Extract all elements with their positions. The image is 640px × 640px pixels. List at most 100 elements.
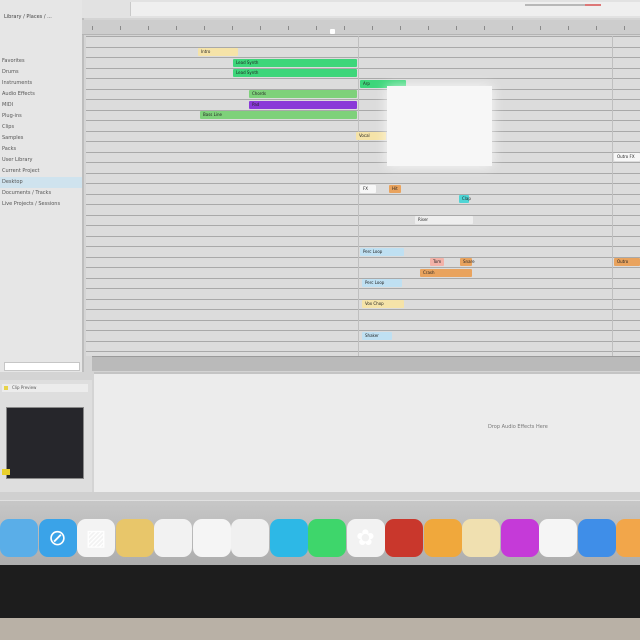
arrangement-clip[interactable]: Intro	[198, 48, 238, 56]
arrangement-clip[interactable]: Pad	[249, 100, 357, 109]
browser-item[interactable]: Instruments	[0, 78, 82, 89]
arrangement-clip[interactable]: Clap	[459, 195, 471, 203]
ruler-tick	[484, 26, 485, 30]
track-lane	[86, 36, 640, 37]
drop-hint: Drop Audio Effects Here	[488, 424, 548, 430]
browser-item[interactable]: Documents / Tracks	[0, 188, 82, 199]
section-divider	[612, 36, 613, 356]
arrangement-clip[interactable]: Hit	[389, 184, 401, 193]
track-lane	[86, 309, 640, 310]
track-lane	[86, 330, 640, 331]
arrangement-clip[interactable]: Outro	[614, 258, 640, 266]
arrangement-clip[interactable]: Riser	[415, 216, 473, 224]
pencil-icon[interactable]	[462, 519, 500, 557]
preview-icon[interactable]: ▨	[77, 519, 115, 557]
track-lane	[86, 340, 640, 342]
track-lane	[86, 141, 640, 142]
device-view[interactable]: Drop Audio Effects Here	[94, 372, 640, 494]
screen-glare	[387, 86, 492, 166]
browser-item[interactable]: MIDI	[0, 100, 82, 111]
clip-color-icon	[4, 386, 8, 390]
browser-item[interactable]: Packs	[0, 144, 82, 155]
photos-icon[interactable]: ✿	[346, 519, 385, 557]
document-icon[interactable]	[231, 519, 269, 557]
browser-header: Library / Places / ...	[4, 14, 52, 20]
arrangement-clip[interactable]: Bass Line	[200, 111, 357, 119]
chat-bubble-icon[interactable]	[269, 519, 308, 557]
ruler-tick	[232, 26, 233, 30]
arrangement-clip[interactable]: Lead Synth	[233, 69, 357, 77]
arrangement-clip[interactable]: Chords	[249, 90, 357, 98]
clip-label: Vocal	[359, 133, 370, 138]
arrangement-clip[interactable]: Lead Synth	[233, 58, 357, 67]
arrangement-clip[interactable]: Vox Chop	[362, 300, 404, 308]
cpu-meter	[585, 4, 601, 6]
browser-item[interactable]: User Library	[0, 155, 82, 166]
arrangement-clip[interactable]: Snare	[460, 258, 475, 266]
track-lane	[86, 46, 640, 48]
top-bar	[82, 0, 640, 18]
track-lane	[86, 235, 640, 237]
clip-label: Outro	[617, 259, 629, 264]
arrangement-clip[interactable]: Outro FX	[614, 153, 640, 161]
track-lane	[86, 109, 640, 111]
track-lane	[86, 78, 640, 79]
podium-icon[interactable]	[577, 519, 616, 557]
notes-icon[interactable]	[192, 519, 231, 557]
arrangement-clip[interactable]: FX	[360, 184, 376, 193]
clip-marker	[2, 469, 10, 475]
track-lane	[86, 151, 640, 153]
calendar-icon[interactable]	[154, 519, 192, 557]
compass-icon[interactable]: ⊘	[38, 519, 77, 557]
pen-icon[interactable]	[616, 519, 640, 557]
clip-label: Intro	[201, 49, 211, 54]
photo-booth-icon[interactable]	[385, 519, 423, 557]
loop-marker[interactable]	[330, 29, 335, 34]
browser-item[interactable]: Favorites	[0, 56, 82, 67]
browser-item[interactable]: Audio Effects	[0, 89, 82, 100]
track-lane	[86, 225, 640, 226]
clip-label: Bass Line	[203, 112, 222, 117]
ruler-tick	[512, 26, 513, 30]
track-lane	[86, 57, 640, 58]
timeline-ruler[interactable]	[82, 20, 640, 35]
ruler-tick	[148, 26, 149, 30]
arrangement-clip[interactable]: Crash	[420, 268, 472, 277]
clip-label: Perc Loop	[363, 248, 383, 254]
arrangement-clip[interactable]: Perc Loop	[362, 279, 402, 287]
arrangement-clip[interactable]: Vocal	[356, 132, 386, 140]
arrangement-scrollbar[interactable]	[92, 356, 640, 371]
browser-item[interactable]: Live Projects / Sessions	[0, 199, 82, 210]
music-note-icon[interactable]	[500, 519, 539, 557]
clip-preview[interactable]	[6, 407, 84, 479]
browser-item[interactable]: Samples	[0, 133, 82, 144]
video-icon[interactable]	[308, 519, 346, 557]
folder-icon[interactable]	[115, 519, 154, 557]
browser-item[interactable]: Clips	[0, 122, 82, 133]
browser-item[interactable]: Drums	[0, 67, 82, 78]
ruler-tick	[316, 26, 317, 30]
track-lane	[86, 256, 640, 258]
arrangement-clip[interactable]: Shaker	[362, 331, 392, 340]
browser-item[interactable]: Plug-ins	[0, 111, 82, 122]
screen: Library / Places / ... Favorites Drums Ins…	[0, 0, 640, 545]
clip-label: Hit	[392, 185, 398, 191]
guitar-icon[interactable]	[423, 519, 462, 557]
ruler-tick	[540, 26, 541, 30]
section-divider	[358, 36, 359, 356]
browser-search-input[interactable]	[4, 362, 80, 371]
status-bar	[0, 492, 640, 500]
ruler-tick	[372, 26, 373, 30]
browser-item[interactable]: Desktop	[0, 177, 82, 188]
arrangement-clip[interactable]: Perc Loop	[360, 247, 404, 256]
clip-label: Vox Chop	[365, 301, 384, 306]
clip-label: Chords	[252, 91, 266, 96]
ruler-tick	[624, 26, 625, 30]
clip-label: Outro FX	[617, 154, 635, 159]
arrangement-clip[interactable]: Tom	[430, 258, 444, 266]
ruler-tick	[400, 26, 401, 30]
clock-icon[interactable]	[539, 519, 577, 557]
browser-item[interactable]: Current Project	[0, 166, 82, 177]
finder-icon[interactable]	[0, 519, 38, 557]
track-lane	[86, 351, 640, 352]
